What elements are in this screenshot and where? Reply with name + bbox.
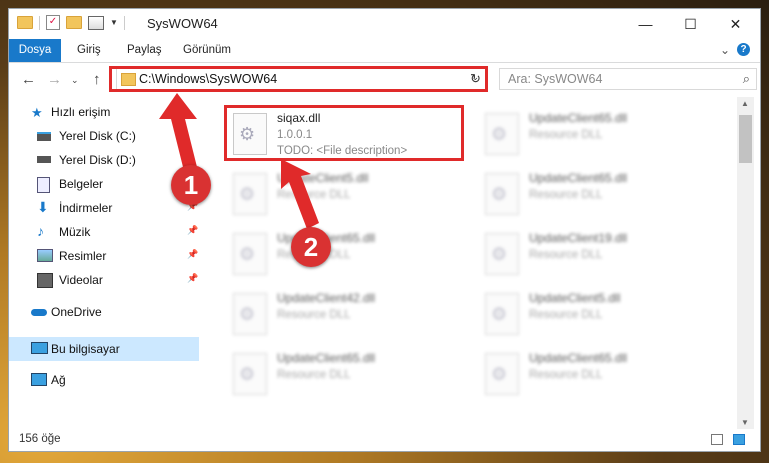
arrow-2 bbox=[281, 159, 319, 229]
explorer-window: ✓ ▼ SysWOW64 — ☐ ✕ Dosya Giriş Paylaş Gö… bbox=[8, 8, 761, 452]
step-badge-1: 1 bbox=[171, 165, 211, 205]
arrow-1 bbox=[159, 93, 199, 175]
annotation-arrows bbox=[159, 93, 319, 229]
step-badge-2: 2 bbox=[291, 227, 331, 267]
